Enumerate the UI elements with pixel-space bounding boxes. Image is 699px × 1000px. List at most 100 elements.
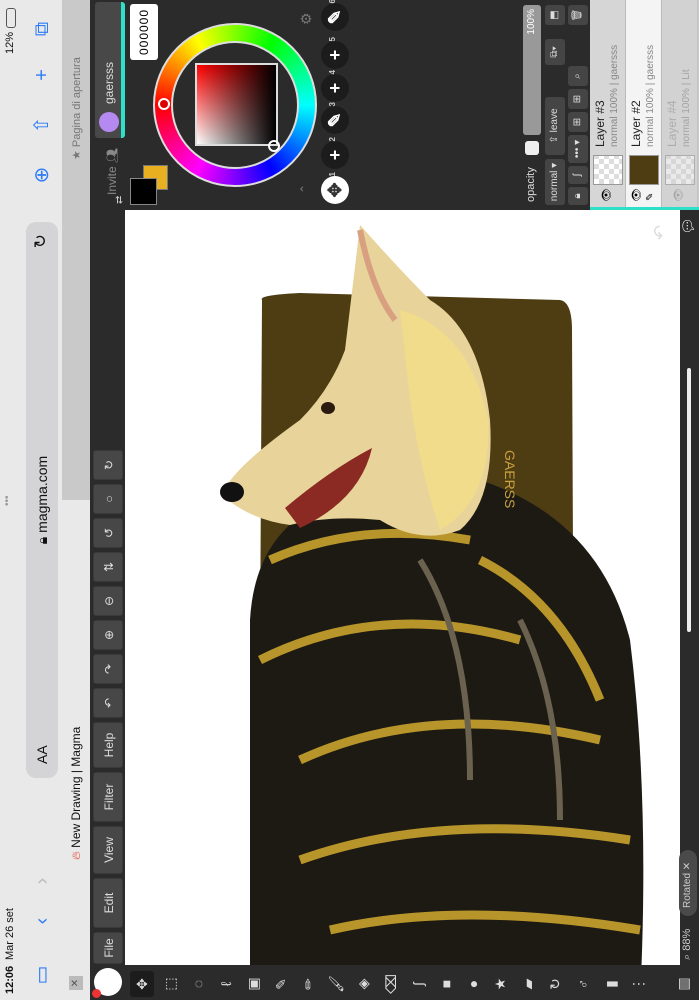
- chevron-up-icon[interactable]: ⌃: [298, 184, 312, 194]
- forward-icon[interactable]: ›: [30, 868, 54, 894]
- duplicate-layer-button[interactable]: ⧉▾: [545, 39, 565, 65]
- magnify-tool[interactable]: ♂: [571, 971, 595, 997]
- tabs-icon[interactable]: ⧉: [30, 16, 54, 42]
- layer-row[interactable]: 👁︎ Layer #4 normal 100% | Lit: [662, 0, 698, 207]
- menu-filter[interactable]: Filter: [93, 772, 123, 822]
- brush-slot-1[interactable]: ✥ 1: [321, 172, 349, 204]
- brush-slot-2[interactable]: +2: [321, 137, 349, 169]
- rotated-badge[interactable]: Rotated ✕: [679, 850, 697, 916]
- brush-slot-4[interactable]: +4: [321, 70, 349, 102]
- rotate-tool[interactable]: ↻: [543, 971, 567, 997]
- close-icon[interactable]: ✕: [682, 862, 693, 870]
- ellipse-tool[interactable]: ●: [461, 971, 485, 997]
- hue-handle[interactable]: [158, 98, 170, 110]
- drawing-canvas[interactable]: GAERSS: [125, 210, 680, 965]
- eyedropper-tool[interactable]: ✎: [269, 971, 293, 997]
- brush-slot-6[interactable]: ✎ 6: [321, 0, 349, 31]
- move-tool[interactable]: ✥: [130, 971, 154, 997]
- user-card[interactable]: gaersss: [95, 2, 125, 138]
- layer-info: normal 100% | Lit: [681, 69, 692, 147]
- zoom-in-button[interactable]: ⊕: [93, 620, 123, 650]
- tab-active[interactable]: ✕ 🔥︎ New Drawing | Magma: [62, 500, 90, 1000]
- saturation-value-square[interactable]: [195, 63, 280, 152]
- clip-layer-button[interactable]: ʃ: [568, 166, 588, 184]
- new-tab-icon[interactable]: +: [30, 62, 54, 88]
- add-folder-button[interactable]: ⊞: [568, 89, 588, 109]
- zoom-readout[interactable]: ⌕ 88%: [681, 929, 694, 960]
- dog-eye: [321, 402, 335, 414]
- add-user-icon: 👥︎: [105, 147, 119, 163]
- eye-icon[interactable]: 👁︎: [672, 188, 685, 202]
- redo-button[interactable]: ↷: [93, 654, 123, 684]
- gear-icon[interactable]: ⚙: [298, 12, 315, 25]
- undo-button[interactable]: ↶: [93, 688, 123, 718]
- leave-button[interactable]: ⇪ leave: [545, 97, 565, 155]
- transform-tool[interactable]: ▣: [241, 971, 265, 997]
- menu-help[interactable]: Help: [93, 722, 123, 768]
- sidebar-icon[interactable]: ▭: [30, 962, 54, 988]
- lock-layer-button[interactable]: 🔒︎: [568, 187, 588, 205]
- invite-button[interactable]: Invite 👥︎: [105, 148, 119, 195]
- rotate-left-button[interactable]: ↺: [93, 518, 123, 548]
- tool-strip: ✥ ⬚ ◌ ℓ ▣ ✎ ✏ 🖌︎ ◈ ⌫ ʃ ■ ● ★ ▰ ↻ ♂ ▮ ⋮ ▥: [128, 968, 699, 1000]
- avatar: [99, 112, 119, 132]
- layer-row-selected[interactable]: 👁︎ ✎ Layer #2 normal 100% | gaersss: [626, 0, 662, 207]
- share-icon[interactable]: ⇧: [30, 112, 54, 138]
- flame-icon: 🔥︎: [69, 851, 83, 860]
- eye-icon[interactable]: 👁︎: [630, 188, 643, 202]
- brush-slot-5[interactable]: +5: [321, 37, 349, 69]
- add-layer-button[interactable]: ⊞: [568, 112, 588, 132]
- swap-colors-icon[interactable]: ⇄: [114, 196, 125, 204]
- paint-bucket-tool[interactable]: ◈: [351, 971, 375, 997]
- rect-select-tool[interactable]: ⬚: [158, 971, 182, 997]
- more-tools-icon[interactable]: ⋮: [626, 971, 650, 997]
- opacity-lock-checkbox[interactable]: [525, 141, 539, 155]
- rotate-right-button[interactable]: ↻: [93, 450, 123, 480]
- dog-nose: [220, 482, 244, 502]
- menu-edit[interactable]: Edit: [93, 878, 123, 928]
- flip-button[interactable]: ⇅: [93, 552, 123, 582]
- primary-color-swatch[interactable]: [130, 178, 157, 205]
- blend-mode-select[interactable]: normal ▾: [545, 159, 565, 205]
- search-layer-button[interactable]: ⌕: [568, 66, 588, 86]
- chat-icon[interactable]: 💬︎: [680, 217, 697, 235]
- paper-tool[interactable]: ▮: [599, 971, 623, 997]
- address-bar[interactable]: AA 🔒︎ magma.com ↻: [26, 222, 58, 778]
- download-icon[interactable]: ⊕: [30, 162, 54, 188]
- eye-icon[interactable]: 👁︎: [600, 188, 613, 202]
- eraser-tool[interactable]: ⌫: [379, 971, 403, 997]
- smudge-tool[interactable]: ʃ: [406, 971, 430, 997]
- pencil-tool[interactable]: ✏: [296, 971, 320, 997]
- undo-gesture-icon[interactable]: ↶: [650, 225, 671, 240]
- opacity-slider[interactable]: 100%: [523, 5, 541, 135]
- brush-tool[interactable]: 🖌︎: [324, 971, 348, 997]
- brush-slot-3[interactable]: ✎ 3: [321, 102, 349, 134]
- address-text: 🔒︎ magma.com: [34, 455, 50, 545]
- sv-handle[interactable]: [268, 140, 280, 152]
- tab-inactive[interactable]: ★ Pagina di apertura: [62, 0, 90, 500]
- reset-rotation-button[interactable]: ○: [93, 484, 123, 514]
- magma-logo[interactable]: [92, 968, 122, 998]
- delete-layer-button[interactable]: 🗑︎: [568, 5, 588, 25]
- text-tool[interactable]: ▰: [516, 971, 540, 997]
- star-tool[interactable]: ★: [488, 971, 512, 997]
- horizontal-scrollbar[interactable]: [687, 368, 691, 632]
- lasso-tool[interactable]: ℓ: [214, 971, 238, 997]
- menu-file[interactable]: File: [93, 932, 123, 964]
- multitask-dots[interactable]: •••: [2, 495, 13, 506]
- back-icon[interactable]: ‹: [30, 908, 54, 934]
- reload-icon[interactable]: ↻: [31, 234, 51, 248]
- merge-layer-button[interactable]: ⬒: [545, 5, 565, 25]
- layer-name: Layer #3: [593, 100, 607, 147]
- layer-row[interactable]: 👁︎ Layer #3 normal 100% | gaersss: [590, 0, 626, 207]
- more-layer-options[interactable]: ••• ▾: [568, 135, 588, 163]
- zoom-out-button[interactable]: ⊖: [93, 586, 123, 616]
- tab-title: New Drawing | Magma: [69, 726, 83, 848]
- rectangle-tool[interactable]: ■: [434, 971, 458, 997]
- close-tab-icon[interactable]: ✕: [69, 976, 83, 990]
- menu-view[interactable]: View: [93, 826, 123, 874]
- zoom-value: 88%: [681, 928, 693, 951]
- panel-toggle-icon[interactable]: ▥: [671, 971, 695, 997]
- ellipse-select-tool[interactable]: ◌: [186, 971, 210, 997]
- hex-input[interactable]: 000000: [130, 4, 158, 60]
